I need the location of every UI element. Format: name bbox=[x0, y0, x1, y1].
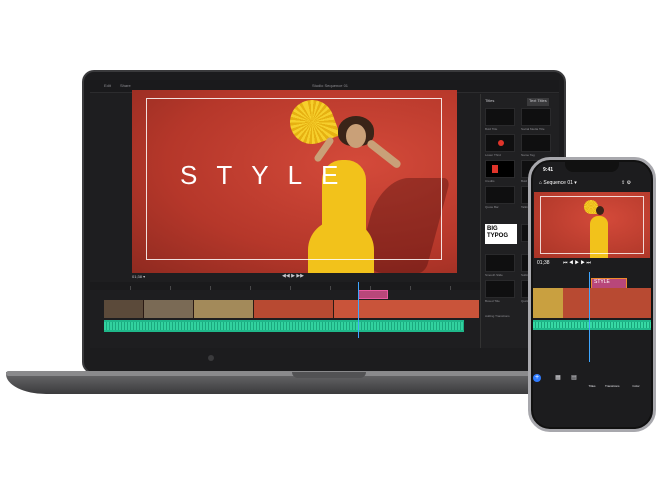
phone-notch bbox=[565, 162, 619, 172]
title-thumbnail[interactable] bbox=[485, 186, 515, 204]
video-clip[interactable] bbox=[533, 288, 563, 318]
thumbnail-label: Boxed Title bbox=[485, 299, 500, 303]
big-typography-thumbnail[interactable]: BIG TYPOG bbox=[485, 224, 517, 244]
phone-audio-track[interactable] bbox=[533, 320, 651, 330]
title-clip[interactable] bbox=[358, 290, 388, 299]
video-clip[interactable] bbox=[194, 300, 254, 318]
color-button[interactable]: Color bbox=[629, 384, 643, 388]
title-thumbnail[interactable] bbox=[485, 254, 515, 272]
panel-footer-label: Adding Transitions bbox=[485, 314, 510, 318]
status-time: 9:41 bbox=[543, 167, 554, 173]
timecode-display: 01;38 ▾ bbox=[132, 274, 146, 279]
title-thumbnail[interactable] bbox=[485, 280, 515, 298]
phone-toolbar: + ▦ ▤ Titles Transitions Color bbox=[533, 374, 651, 398]
video-clip[interactable] bbox=[254, 300, 334, 318]
add-media-button[interactable]: + bbox=[533, 374, 541, 382]
title-thumbnail[interactable] bbox=[485, 160, 515, 178]
phone-screen: 9:41 ⌂ Sequence 01 ▾ ⇪ ⚙ 01;38 ⏮ ◀ ▶ ▶ ⏭… bbox=[533, 162, 651, 427]
layers-icon[interactable]: ▤ bbox=[567, 374, 581, 381]
preview-title-text: STYLE bbox=[180, 160, 358, 190]
phone-timecode: 01;38 bbox=[537, 260, 550, 266]
video-clip[interactable] bbox=[334, 300, 480, 318]
thumbnail-label: Name Tag bbox=[521, 153, 535, 157]
video-clip[interactable] bbox=[563, 288, 651, 318]
audio-track[interactable] bbox=[104, 320, 464, 332]
webcam-dot bbox=[208, 355, 214, 361]
tab-titles[interactable]: Titles bbox=[485, 98, 494, 106]
title-thumbnail[interactable] bbox=[485, 134, 515, 152]
menu-share[interactable]: Share bbox=[120, 83, 131, 88]
audio-waveform bbox=[533, 322, 651, 328]
titles-button[interactable]: Titles bbox=[585, 384, 599, 388]
sequence-name: Sequence 01 bbox=[543, 180, 573, 186]
phone-playhead[interactable] bbox=[589, 272, 590, 362]
thumbnail-label: Bold Title bbox=[485, 127, 498, 131]
title-thumbnail[interactable] bbox=[485, 108, 515, 126]
video-clip[interactable] bbox=[144, 300, 194, 318]
transitions-button[interactable]: Transitions bbox=[605, 384, 620, 388]
title-frame-overlay bbox=[540, 196, 644, 254]
timeline-ruler[interactable] bbox=[90, 282, 480, 290]
video-track[interactable] bbox=[104, 300, 480, 318]
laptop-screen: Edit Share Studio Sequence 01 STYLE 01;3… bbox=[90, 80, 559, 348]
share-icon[interactable]: ⇪ ⚙ bbox=[621, 180, 631, 186]
playhead[interactable] bbox=[358, 282, 359, 338]
media-icon[interactable]: ▦ bbox=[551, 374, 565, 381]
transport-bar: 01;38 ▾ ◀◀ ▶ ▶▶ bbox=[132, 273, 457, 281]
phone-preview-monitor[interactable] bbox=[534, 192, 650, 258]
play-controls-icon[interactable]: ◀◀ ▶ ▶▶ bbox=[282, 273, 304, 279]
phone-play-controls-icon[interactable]: ⏮ ◀ ▶ ▶ ⏭ bbox=[563, 260, 591, 266]
title-thumbnail[interactable] bbox=[521, 108, 551, 126]
program-monitor[interactable]: STYLE bbox=[132, 90, 457, 273]
thumbnail-label: Social Media Title bbox=[521, 127, 545, 131]
tab-text-titles[interactable]: Text Titles bbox=[527, 98, 549, 106]
thumbnail-label: Smooth Slide bbox=[485, 273, 503, 277]
menu-edit[interactable]: Edit bbox=[104, 83, 111, 88]
audio-waveform bbox=[104, 322, 464, 330]
thumbnail-label: Lower Third bbox=[485, 153, 501, 157]
back-button[interactable]: ⌂ Sequence 01 ▾ bbox=[539, 180, 577, 186]
laptop-hinge-notch bbox=[292, 372, 366, 378]
title-thumbnail[interactable] bbox=[521, 134, 551, 152]
video-clip[interactable] bbox=[104, 300, 144, 318]
thumbnail-label: Credits bbox=[485, 179, 495, 183]
thumbnail-label: Quote Bar bbox=[485, 205, 499, 209]
app-title: Studio Sequence 01 bbox=[312, 83, 349, 88]
phone-video-track[interactable] bbox=[533, 288, 651, 318]
